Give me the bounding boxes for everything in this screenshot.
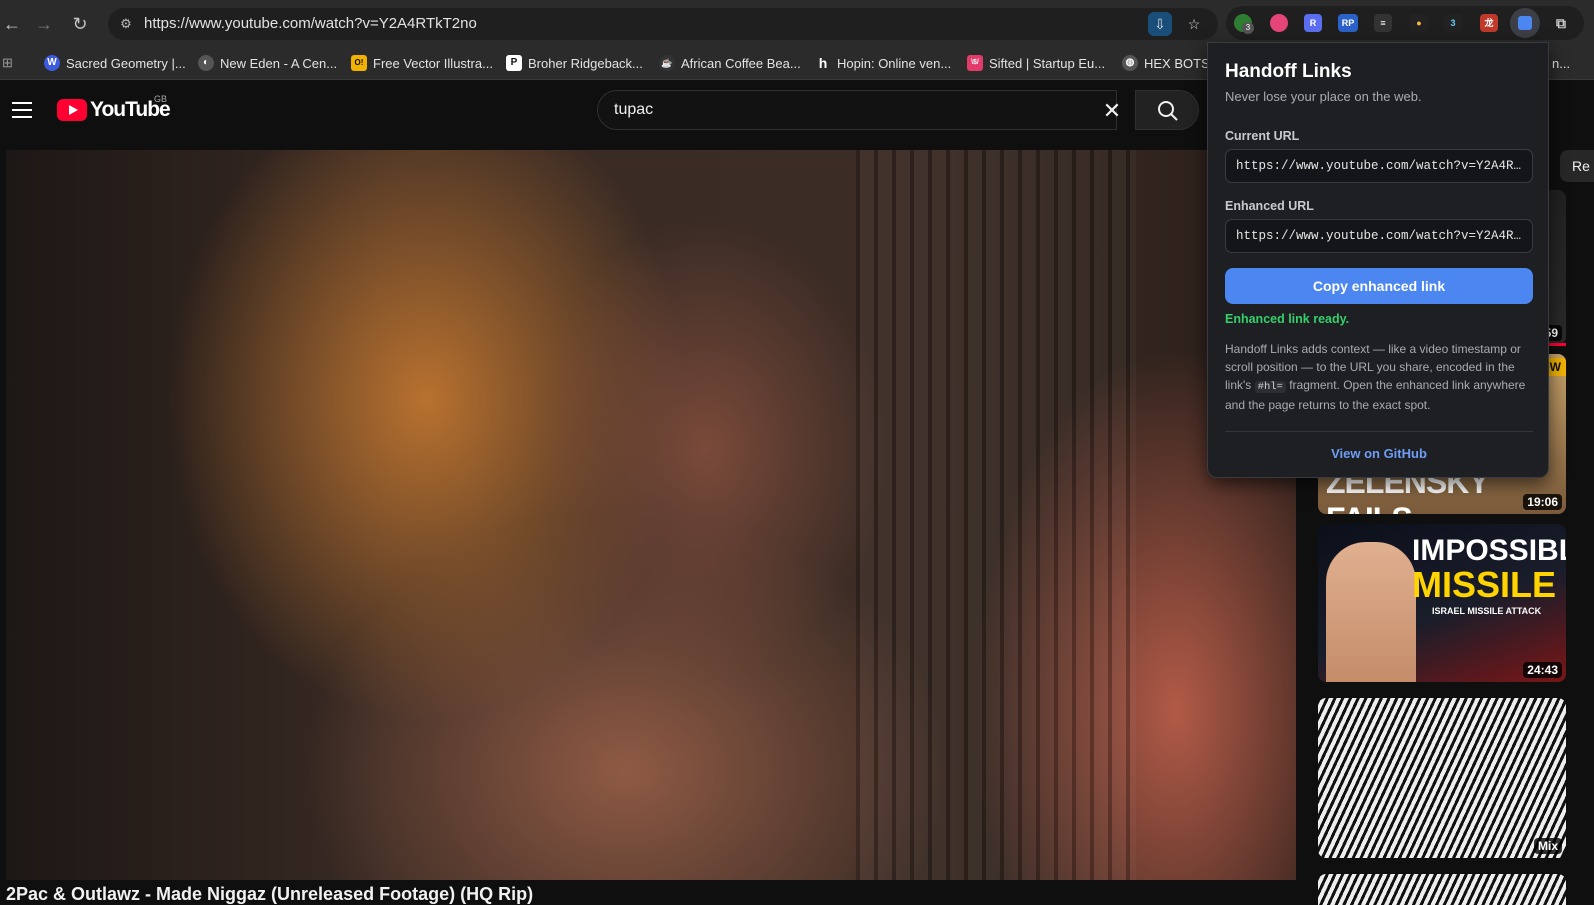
extensions-toolbar: 3 R RP ≡ ● 3 龙 ⧉ bbox=[1226, 6, 1584, 40]
thumbnail-person-image bbox=[1326, 542, 1416, 682]
forward-arrow-icon[interactable]: → bbox=[32, 12, 56, 36]
handoff-links-extension-icon[interactable] bbox=[1510, 8, 1540, 38]
bookmark-item[interactable]: P Broher Ridgeback... bbox=[506, 54, 643, 72]
video-duration: 19:06 bbox=[1523, 494, 1562, 510]
bookmark-label: Hopin: Online ven... bbox=[837, 55, 952, 71]
enhanced-url-label: Enhanced URL bbox=[1225, 199, 1314, 213]
video-thumbnail[interactable]: IMPOSSIBLE MISSILE ISRAEL MISSILE ATTACK… bbox=[1318, 524, 1566, 682]
bookmark-label: Broher Ridgeback... bbox=[528, 55, 643, 71]
thumbnail-overlay-caption: ISRAEL MISSILE ATTACK bbox=[1432, 606, 1542, 616]
bookmark-label: Free Vector Illustra... bbox=[373, 55, 493, 71]
bookmark-favicon-icon: \$/ bbox=[967, 55, 983, 71]
bookmark-item[interactable]: ◍ HEX BOTS bbox=[1122, 54, 1210, 72]
video-title: 2Pac & Outlawz - Made Niggaz (Unreleased… bbox=[6, 884, 534, 904]
extension-mic-icon[interactable]: ● bbox=[1410, 14, 1428, 32]
enhanced-url-field[interactable]: https://www.youtube.com/watch?v=Y2A4RTkT… bbox=[1225, 219, 1533, 253]
bookmark-label: New Eden - A Cen... bbox=[220, 55, 338, 71]
mix-label: Mix bbox=[1533, 838, 1562, 854]
bookmark-favicon-icon: ◐ bbox=[198, 55, 214, 71]
view-on-github-link[interactable]: View on GitHub bbox=[1225, 446, 1533, 461]
url-text[interactable]: https://www.youtube.com/watch?v=Y2A4RTkT… bbox=[144, 15, 477, 32]
extension-dragon-icon[interactable]: 龙 bbox=[1480, 14, 1498, 32]
thumbnail-overlay-text: IMPOSSIBLE bbox=[1412, 534, 1566, 567]
bookmark-label: African Coffee Bea... bbox=[681, 55, 801, 71]
extension-rp-icon[interactable]: RP bbox=[1338, 14, 1358, 32]
search-button[interactable] bbox=[1135, 90, 1199, 130]
video-duration: 24:43 bbox=[1523, 662, 1562, 678]
search-input[interactable]: tupac ✕ bbox=[597, 90, 1121, 130]
back-arrow-icon[interactable]: ← bbox=[0, 12, 24, 36]
handoff-links-popup: Handoff Links Never lose your place on t… bbox=[1207, 42, 1549, 478]
youtube-logo[interactable]: YouTube bbox=[57, 98, 171, 122]
status-message: Enhanced link ready. bbox=[1225, 312, 1350, 326]
region-code: GB bbox=[154, 94, 168, 104]
popup-subtitle: Never lose your place on the web. bbox=[1225, 89, 1422, 104]
bookmark-label: Sifted | Startup Eu... bbox=[989, 55, 1106, 71]
bookmark-label: HEX BOTS bbox=[1144, 55, 1210, 71]
extension-number-icon[interactable]: 3 bbox=[1444, 14, 1462, 32]
address-bar[interactable]: ⚙ https://www.youtube.com/watch?v=Y2A4RT… bbox=[108, 8, 1218, 40]
bookmark-label: Sacred Geometry |... bbox=[66, 55, 186, 71]
clear-search-icon[interactable]: ✕ bbox=[1098, 97, 1126, 125]
extension-badge: 3 bbox=[1242, 22, 1254, 34]
extension-r-icon[interactable]: R bbox=[1304, 14, 1322, 32]
bookmark-favicon-icon: O! bbox=[351, 55, 367, 71]
bookmark-item[interactable]: O! Free Vector Illustra... bbox=[351, 54, 493, 72]
site-info-icon[interactable]: ⚙ bbox=[116, 14, 136, 34]
fragment-code: #hl= bbox=[1254, 381, 1286, 393]
bookmark-favicon-icon: h bbox=[818, 55, 828, 71]
copy-enhanced-link-button[interactable]: Copy enhanced link bbox=[1225, 268, 1533, 304]
extensions-puzzle-icon[interactable]: ⧉ bbox=[1552, 14, 1570, 32]
bookmark-favicon-icon: ◍ bbox=[1122, 55, 1138, 71]
current-url-label: Current URL bbox=[1225, 129, 1300, 143]
browser-toolbar: ← → ↻ ⚙ https://www.youtube.com/watch?v=… bbox=[0, 0, 1594, 46]
current-url-field[interactable]: https://www.youtube.com/watch?v=Y2A4RTkT… bbox=[1225, 149, 1533, 183]
reload-icon[interactable]: ↻ bbox=[68, 12, 92, 36]
extension-notes-icon[interactable]: ≡ bbox=[1374, 14, 1392, 32]
video-thumbnail[interactable] bbox=[1318, 874, 1566, 905]
bookmark-item[interactable]: \$/ Sifted | Startup Eu... bbox=[967, 54, 1105, 72]
search-icon bbox=[1158, 101, 1178, 121]
youtube-play-icon bbox=[57, 99, 87, 121]
video-thumbnail[interactable]: Mix bbox=[1318, 698, 1566, 858]
bookmark-star-icon[interactable]: ☆ bbox=[1182, 12, 1206, 36]
bookmark-favicon-icon: W bbox=[44, 55, 60, 71]
popup-title: Handoff Links bbox=[1225, 61, 1352, 82]
bookmark-overflow[interactable]: n... bbox=[1552, 54, 1570, 72]
popup-description: Handoff Links adds context — like a vide… bbox=[1225, 340, 1535, 414]
filter-chip[interactable]: Re bbox=[1560, 150, 1594, 182]
install-app-icon[interactable]: ⇩ bbox=[1148, 12, 1172, 36]
bookmark-item[interactable]: h Hopin: Online ven... bbox=[815, 54, 951, 72]
video-background-stripes bbox=[856, 150, 1136, 880]
bookmark-item[interactable]: ☕ African Coffee Bea... bbox=[659, 54, 801, 72]
apps-grid-icon[interactable]: ⊞ bbox=[2, 54, 13, 72]
extension-pink-icon[interactable] bbox=[1270, 14, 1288, 32]
video-player[interactable] bbox=[6, 150, 1296, 880]
menu-icon[interactable] bbox=[12, 102, 32, 118]
bookmark-item[interactable]: ◐ New Eden - A Cen... bbox=[198, 54, 337, 72]
bookmark-item[interactable]: W Sacred Geometry |... bbox=[44, 54, 186, 72]
bookmark-favicon-icon: ☕ bbox=[659, 55, 675, 71]
divider bbox=[1225, 431, 1533, 432]
bookmark-favicon-icon: P bbox=[506, 55, 522, 71]
thumbnail-overlay-text: MISSILE bbox=[1412, 564, 1557, 605]
search-query[interactable]: tupac bbox=[614, 101, 653, 119]
browser-window: ← → ↻ ⚙ https://www.youtube.com/watch?v=… bbox=[0, 0, 1594, 905]
